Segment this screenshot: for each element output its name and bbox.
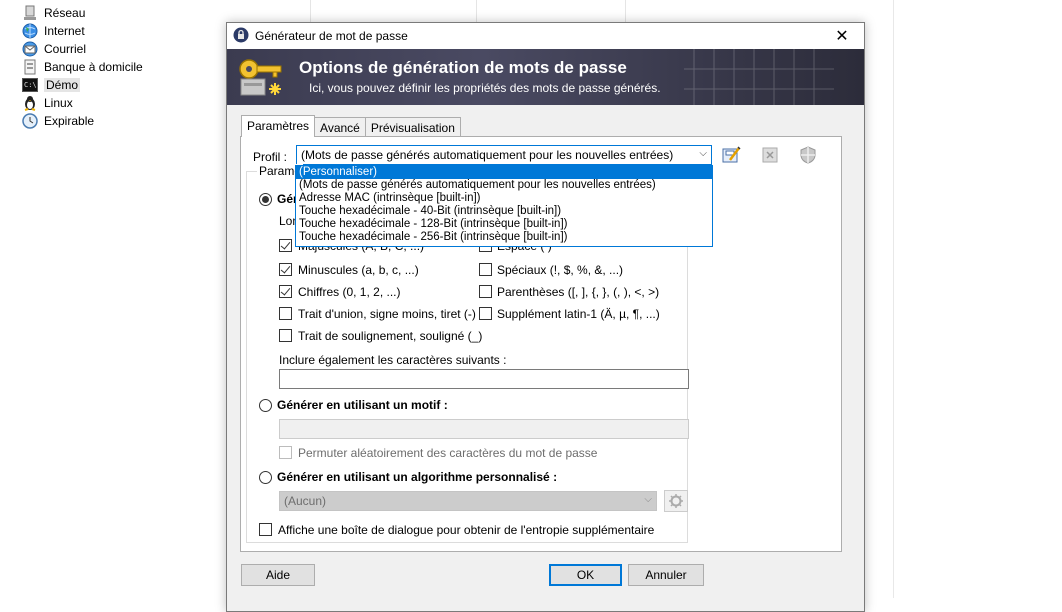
banner-title: Options de génération de mots de passe xyxy=(299,58,627,77)
mail-icon xyxy=(22,41,38,57)
tree-item-network[interactable]: Réseau xyxy=(20,4,143,22)
permute-label: Permuter aléatoirement des caractères du… xyxy=(298,446,598,460)
delete-icon xyxy=(762,147,778,163)
profile-dropdown-list: (Personnaliser) (Mots de passe générés a… xyxy=(295,165,713,247)
underscore-label: Trait de soulignement, souligné (_) xyxy=(298,329,483,343)
chevron-down-icon: ⌵ xyxy=(644,494,652,505)
also-include-label: Inclure également les caractères suivant… xyxy=(279,353,507,367)
profile-option[interactable]: Adresse MAC (intrinsèque [built-in]) xyxy=(296,192,712,205)
tab-strip: Paramètres Avancé Prévisualisation xyxy=(241,115,461,137)
profile-option[interactable]: Touche hexadécimale - 40-Bit (intrinsèqu… xyxy=(296,205,712,218)
profile-combo[interactable]: (Mots de passe générés automatiquement p… xyxy=(296,145,712,165)
help-button[interactable]: Aide xyxy=(241,564,315,586)
digits-checkbox[interactable] xyxy=(279,285,292,298)
keepass-lock-icon xyxy=(233,27,249,46)
profile-option[interactable]: Touche hexadécimale - 128-Bit (intrinsèq… xyxy=(296,218,712,231)
gen-pattern-radio[interactable] xyxy=(259,399,272,412)
chevron-down-icon: ⌵ xyxy=(699,148,707,159)
lowercase-checkbox[interactable] xyxy=(279,263,292,276)
tree-item-internet[interactable]: Internet xyxy=(20,22,143,40)
entropy-checkbox[interactable] xyxy=(259,523,272,536)
brackets-label: Parenthèses ([, ], {, }, (, ), <, >) xyxy=(497,285,660,299)
tab-panel-parameters: Profil : (Mots de passe générés automati… xyxy=(240,136,842,552)
bg-column-divider xyxy=(310,0,311,22)
tab-parameters[interactable]: Paramètres xyxy=(241,115,316,137)
gen-custom-radio[interactable] xyxy=(259,471,272,484)
latin1-label: Supplément latin-1 (Ä, µ, ¶, ...) xyxy=(497,307,660,321)
uppercase-checkbox[interactable] xyxy=(279,239,292,252)
profile-label: Profil : xyxy=(253,150,288,164)
custom-algo-combo[interactable]: (Aucun) ⌵ xyxy=(279,491,657,511)
latin1-checkbox[interactable] xyxy=(479,307,492,320)
clock-icon xyxy=(22,113,38,129)
underscore-checkbox[interactable] xyxy=(279,329,292,342)
gen-custom-label: Générer en utilisant un algorithme perso… xyxy=(277,470,558,484)
algo-settings-button[interactable] xyxy=(664,490,688,512)
dialog-title: Générateur de mot de passe xyxy=(255,29,408,43)
svg-text:C:\: C:\ xyxy=(24,81,37,89)
tree-item-bank[interactable]: Banque à domicile xyxy=(20,58,143,76)
brackets-checkbox[interactable] xyxy=(479,285,492,298)
minus-label: Trait d'union, signe moins, tiret (-) xyxy=(298,307,476,321)
bg-column-divider xyxy=(476,0,477,22)
cancel-button[interactable]: Annuler xyxy=(628,564,704,586)
dialog-titlebar[interactable]: Générateur de mot de passe ✕ xyxy=(227,23,864,49)
globe-icon xyxy=(22,23,38,39)
lowercase-label: Minuscules (a, b, c, ...) xyxy=(298,263,419,277)
profile-option[interactable]: (Mots de passe générés automatiquement p… xyxy=(296,179,712,192)
gen-charset-radio[interactable] xyxy=(259,193,272,206)
save-profile-button[interactable] xyxy=(719,144,743,166)
ok-button[interactable]: OK xyxy=(549,564,622,586)
gen-pattern-label: Générer en utilisant un motif : xyxy=(277,398,448,412)
terminal-icon: C:\ xyxy=(22,77,38,93)
gear-icon xyxy=(669,494,683,508)
bank-icon xyxy=(22,59,38,75)
penguin-icon xyxy=(22,95,38,111)
tree-item-expirable[interactable]: Expirable xyxy=(20,112,143,130)
security-options-button[interactable] xyxy=(796,144,820,166)
banner-decoration xyxy=(684,49,834,105)
tab-preview[interactable]: Prévisualisation xyxy=(364,117,461,137)
digits-label: Chiffres (0, 1, 2, ...) xyxy=(298,285,401,299)
profile-option[interactable]: (Personnaliser) xyxy=(296,166,712,179)
permute-checkbox[interactable] xyxy=(279,446,292,459)
save-profile-icon xyxy=(722,146,741,163)
group-tree: Réseau Internet Courriel Banque à domici… xyxy=(20,4,143,130)
special-label: Spéciaux (!, $, %, &, ...) xyxy=(497,263,624,277)
tab-advanced[interactable]: Avancé xyxy=(314,117,366,137)
also-include-input[interactable] xyxy=(279,369,689,389)
profile-option[interactable]: Touche hexadécimale - 256-Bit (intrinsèq… xyxy=(296,231,712,244)
banner-subtitle: Ici, vous pouvez définir les propriétés … xyxy=(309,81,661,95)
pattern-input[interactable] xyxy=(279,419,689,439)
special-checkbox[interactable] xyxy=(479,263,492,276)
key-generator-icon xyxy=(239,59,282,96)
entropy-label: Affiche une boîte de dialogue pour obten… xyxy=(278,523,655,537)
close-button[interactable]: ✕ xyxy=(820,23,864,49)
network-icon xyxy=(22,5,38,21)
shield-icon xyxy=(800,146,816,164)
bg-splitter xyxy=(893,0,894,598)
tree-item-linux[interactable]: Linux xyxy=(20,94,143,112)
password-generator-dialog: Générateur de mot de passe ✕ Options de … xyxy=(226,22,865,612)
tree-item-demo[interactable]: C:\ Démo xyxy=(20,76,143,94)
delete-profile-button[interactable] xyxy=(758,144,782,166)
dialog-banner: Options de génération de mots de passe I… xyxy=(227,49,864,105)
minus-checkbox[interactable] xyxy=(279,307,292,320)
bg-column-divider xyxy=(625,0,626,22)
tree-item-mail[interactable]: Courriel xyxy=(20,40,143,58)
